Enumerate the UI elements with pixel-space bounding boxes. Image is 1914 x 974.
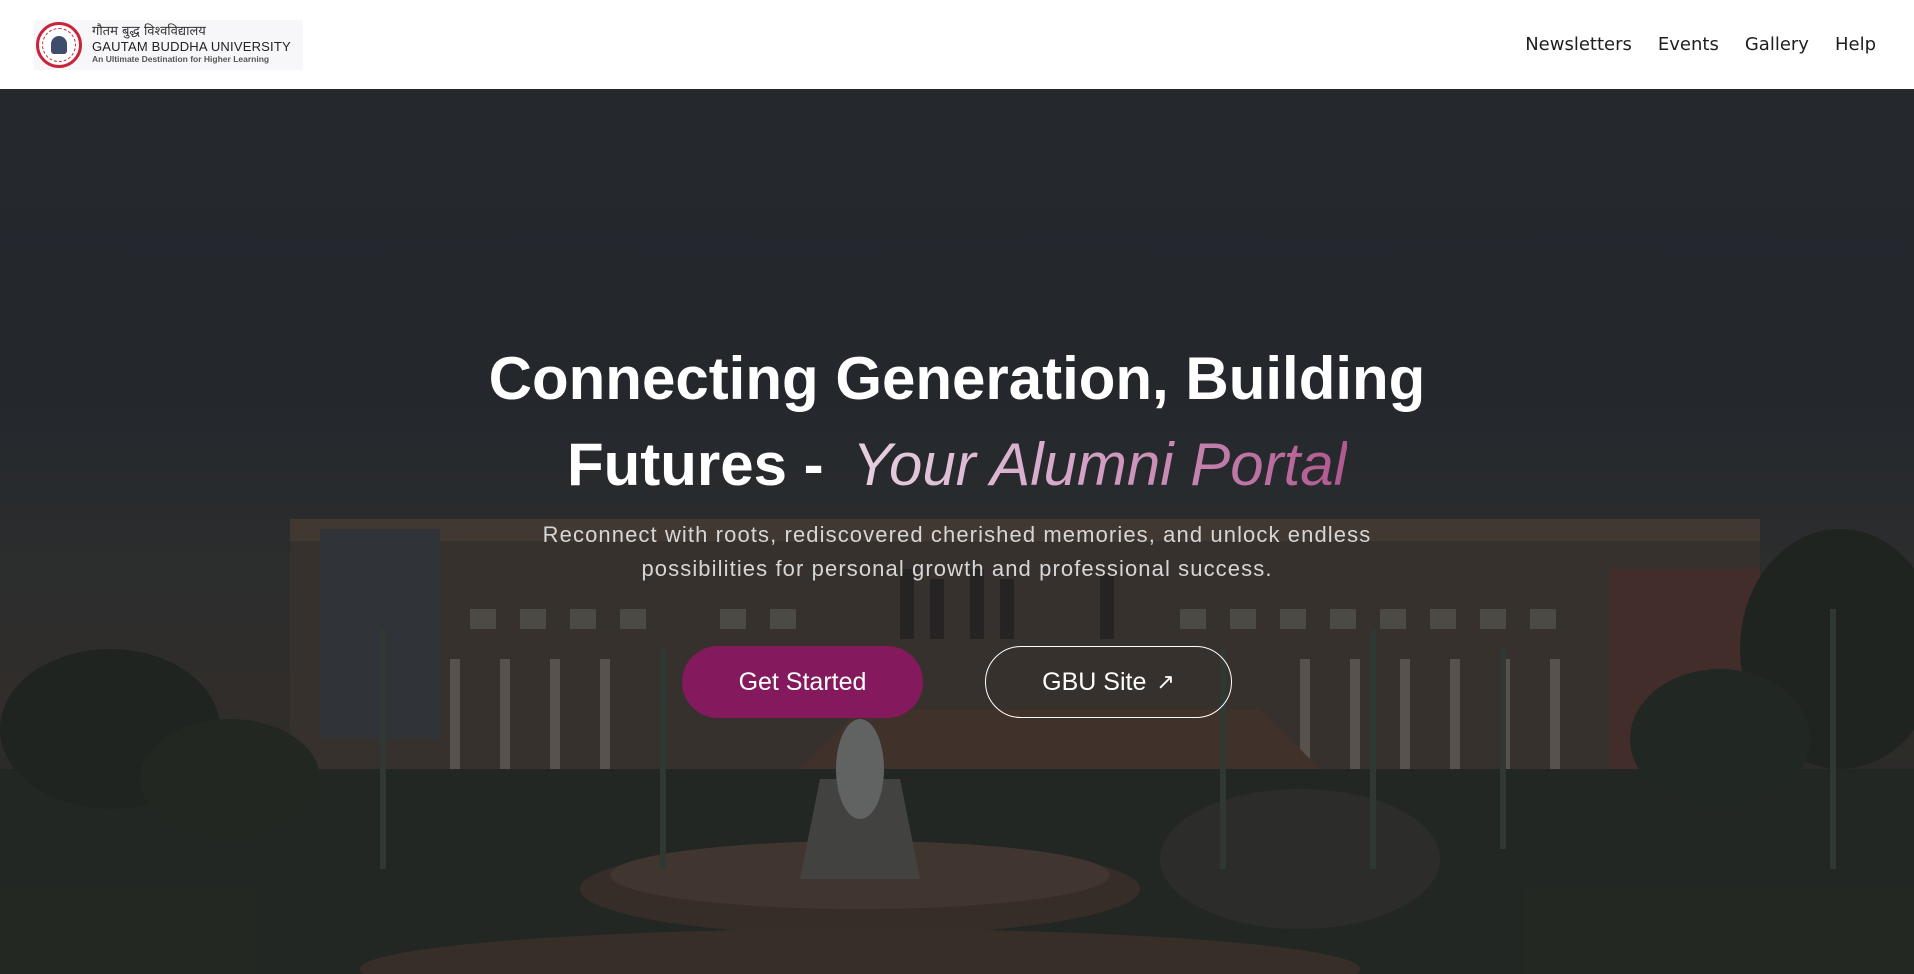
top-navbar: गौतम बुद्ध विश्वविद्यालय GAUTAM BUDDHA U… (0, 0, 1914, 89)
get-started-button[interactable]: Get Started (682, 646, 923, 718)
logo-tagline: An Ultimate Destination for Higher Learn… (92, 53, 270, 64)
nav-menu: Newsletters Events Gallery Help (1525, 34, 1876, 55)
logo-hindi-name: गौतम बुद्ध विश्वविद्यालय (92, 23, 206, 39)
university-logo[interactable]: गौतम बुद्ध विश्वविद्यालय GAUTAM BUDDHA U… (34, 19, 303, 70)
gbu-site-label: GBU Site (1042, 667, 1147, 696)
nav-link-gallery[interactable]: Gallery (1745, 34, 1809, 55)
logo-text: गौतम बुद्ध विश्वविद्यालय GAUTAM BUDDHA U… (92, 23, 291, 65)
external-link-arrow-icon: ↗ (1156, 669, 1175, 694)
nav-link-newsletters[interactable]: Newsletters (1525, 34, 1632, 55)
nav-link-events[interactable]: Events (1658, 34, 1719, 55)
headline-accent-text: Your Alumni Portal (840, 431, 1347, 498)
get-started-label: Get Started (738, 667, 867, 696)
hero-section: Connecting Generation, Building Futures … (0, 89, 1914, 974)
hero-subtitle: Reconnect with roots, rediscovered cheri… (542, 522, 1372, 581)
hero-content: Connecting Generation, Building Futures … (0, 89, 1914, 974)
nav-link-help[interactable]: Help (1835, 34, 1876, 55)
hero-actions: Get Started GBU Site ↗ (682, 646, 1232, 718)
hero-headline: Connecting Generation, Building Futures … (457, 336, 1457, 508)
university-seal-icon (36, 21, 82, 68)
gbu-site-button[interactable]: GBU Site ↗ (985, 646, 1232, 718)
logo-university-name: GAUTAM BUDDHA UNIVERSITY (92, 38, 291, 54)
